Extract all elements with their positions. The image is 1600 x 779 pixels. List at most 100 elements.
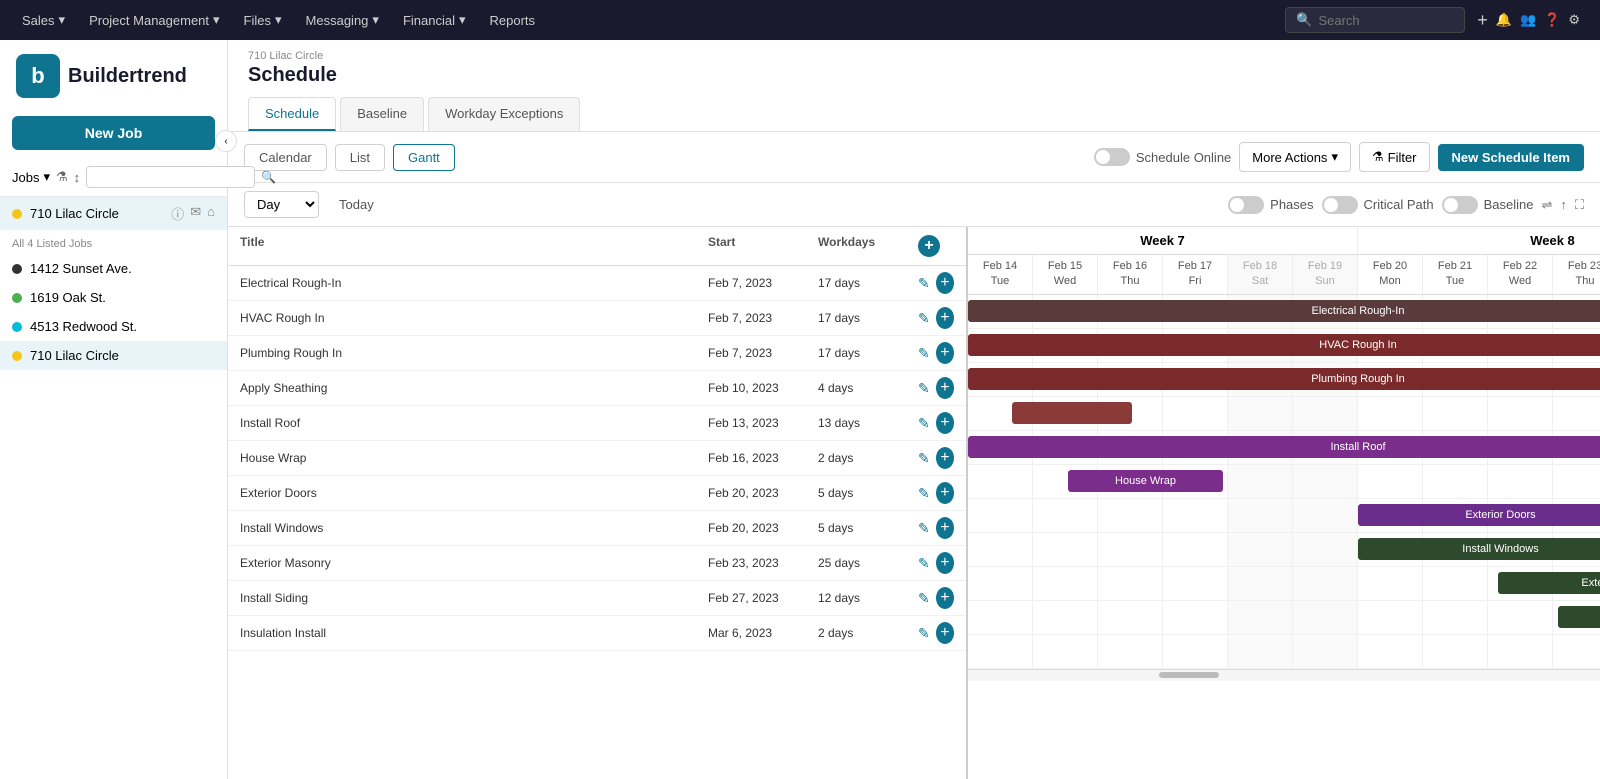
critical-path-switch[interactable] xyxy=(1322,196,1358,214)
day-background xyxy=(968,601,1033,634)
tab-workday-exceptions[interactable]: Workday Exceptions xyxy=(428,97,580,131)
active-job-row[interactable]: 710 Lilac Circle ⓘ ✉ ⌂ xyxy=(0,197,227,230)
nav-files[interactable]: Files ▾ xyxy=(234,8,292,32)
day-cell: Feb 16Thu xyxy=(1098,255,1163,294)
edit-icon[interactable]: ✎ xyxy=(918,275,930,292)
gantt-bar[interactable]: Exterior Doors xyxy=(1358,504,1600,526)
day-header-row: Feb 14TueFeb 15WedFeb 16ThuFeb 17FriFeb … xyxy=(968,255,1600,294)
edit-icon[interactable]: ✎ xyxy=(918,415,930,432)
search-icon: 🔍 xyxy=(1296,12,1312,28)
chevron-down-icon: ▾ xyxy=(43,169,50,185)
day-background xyxy=(1293,397,1358,430)
today-button[interactable]: Today xyxy=(327,193,386,216)
bell-icon[interactable]: 🔔 xyxy=(1496,12,1512,28)
edit-icon[interactable]: ✎ xyxy=(918,380,930,397)
add-sub-item-button[interactable]: + xyxy=(936,272,954,294)
add-sub-item-button[interactable]: + xyxy=(936,552,954,574)
add-sub-item-button[interactable]: + xyxy=(936,622,954,644)
settings-icon[interactable]: ⚙ xyxy=(1568,12,1580,28)
gantt-chart-row xyxy=(968,601,1600,635)
edit-icon[interactable]: ✎ xyxy=(918,345,930,362)
message-icon[interactable]: ✉ xyxy=(190,204,201,223)
critical-path-label: Critical Path xyxy=(1364,197,1434,212)
search-input[interactable] xyxy=(1318,13,1448,28)
gantt-bar[interactable]: Install Windows xyxy=(1358,538,1600,560)
edit-icon[interactable]: ✎ xyxy=(918,625,930,642)
gantt-bar[interactable]: Electrical Rough-In xyxy=(968,300,1600,322)
team-icon[interactable]: 👥 xyxy=(1520,12,1536,28)
job-item-1[interactable]: 1412 Sunset Ave. xyxy=(0,254,227,283)
nav-sales[interactable]: Sales ▾ xyxy=(12,8,75,32)
job-item-3[interactable]: 4513 Redwood St. xyxy=(0,312,227,341)
job-item-4[interactable]: 710 Lilac Circle xyxy=(0,341,227,370)
day-background xyxy=(1033,533,1098,566)
scrollbar-thumb[interactable] xyxy=(1159,672,1219,678)
job-item-2[interactable]: 1619 Oak St. xyxy=(0,283,227,312)
new-schedule-item-button[interactable]: New Schedule Item xyxy=(1438,144,1584,171)
edit-icon[interactable]: ✎ xyxy=(918,555,930,572)
new-job-button[interactable]: New Job xyxy=(12,116,215,150)
phases-switch[interactable] xyxy=(1228,196,1264,214)
gantt-chart: Week 7Week 8 Feb 14TueFeb 15WedFeb 16Thu… xyxy=(968,227,1600,779)
add-sub-item-button[interactable]: + xyxy=(936,447,954,469)
gantt-bar[interactable]: Exterior Masonry xyxy=(1498,572,1600,594)
nav-project-management[interactable]: Project Management ▾ xyxy=(79,8,229,32)
nav-reports[interactable]: Reports xyxy=(480,9,546,32)
help-icon[interactable]: ❓ xyxy=(1544,12,1560,28)
nav-financial[interactable]: Financial ▾ xyxy=(393,8,476,32)
add-item-button[interactable]: + xyxy=(918,235,940,257)
edit-icon[interactable]: ✎ xyxy=(918,310,930,327)
day-cell: Feb 17Fri xyxy=(1163,255,1228,294)
sort-icon[interactable]: ↕ xyxy=(74,170,81,185)
table-row: Plumbing Rough In Feb 7, 2023 17 days ✎ … xyxy=(228,336,966,371)
gantt-bar[interactable] xyxy=(1558,606,1600,628)
gantt-chart-row: Install Roof xyxy=(968,431,1600,465)
add-sub-item-button[interactable]: + xyxy=(936,342,954,364)
day-select[interactable]: Day Week Month xyxy=(244,191,319,218)
day-background xyxy=(1228,635,1293,668)
add-sub-item-button[interactable]: + xyxy=(936,482,954,504)
jobs-dropdown[interactable]: Jobs ▾ xyxy=(12,169,50,185)
gantt-view-button[interactable]: Gantt xyxy=(393,144,455,171)
main-toolbar: Calendar List Gantt Schedule Online More… xyxy=(228,132,1600,183)
day-background xyxy=(1488,601,1553,634)
gantt-bar[interactable]: Plumbing Rough In xyxy=(968,368,1600,390)
schedule-online-switch[interactable] xyxy=(1094,148,1130,166)
edit-icon[interactable]: ✎ xyxy=(918,590,930,607)
more-actions-button[interactable]: More Actions ▾ xyxy=(1239,142,1351,172)
info-icon[interactable]: ⓘ xyxy=(171,204,184,223)
gantt-bar[interactable]: House Wrap xyxy=(1068,470,1223,492)
list-view-button[interactable]: List xyxy=(335,144,385,171)
add-sub-item-button[interactable]: + xyxy=(936,377,954,399)
share-icon[interactable]: ↑ xyxy=(1560,197,1567,213)
filter-button[interactable]: ⚗ Filter xyxy=(1359,142,1430,172)
add-sub-item-button[interactable]: + xyxy=(936,587,954,609)
home-icon[interactable]: ⌂ xyxy=(207,204,215,223)
day-background xyxy=(1553,635,1600,668)
baseline-switch[interactable] xyxy=(1442,196,1478,214)
nav-messaging[interactable]: Messaging ▾ xyxy=(296,8,389,32)
week-label: Week 7 xyxy=(968,227,1358,254)
gantt-bar[interactable]: Install Roof xyxy=(968,436,1600,458)
collapse-sidebar-button[interactable]: ‹ xyxy=(215,130,237,152)
plus-icon[interactable]: + xyxy=(1477,10,1488,31)
add-sub-item-button[interactable]: + xyxy=(936,307,954,329)
edit-icon[interactable]: ✎ xyxy=(918,450,930,467)
gantt-bar[interactable]: HVAC Rough In xyxy=(968,334,1600,356)
settings-sliders-icon[interactable]: ⇌ xyxy=(1541,197,1552,213)
add-sub-item-button[interactable]: + xyxy=(936,412,954,434)
sidebar-search-input[interactable] xyxy=(86,166,255,188)
filter-icon[interactable]: ⚗ xyxy=(56,169,68,185)
add-sub-item-button[interactable]: + xyxy=(936,517,954,539)
edit-icon[interactable]: ✎ xyxy=(918,485,930,502)
edit-icon[interactable]: ✎ xyxy=(918,520,930,537)
day-cell: Feb 18Sat xyxy=(1228,255,1293,294)
day-background xyxy=(1358,397,1423,430)
day-background xyxy=(968,533,1033,566)
expand-icon[interactable]: ⛶ xyxy=(1575,197,1584,213)
tab-schedule[interactable]: Schedule xyxy=(248,97,336,131)
day-background xyxy=(1553,465,1600,498)
tab-baseline[interactable]: Baseline xyxy=(340,97,424,131)
gantt-bar[interactable] xyxy=(1012,402,1132,424)
calendar-view-button[interactable]: Calendar xyxy=(244,144,327,171)
